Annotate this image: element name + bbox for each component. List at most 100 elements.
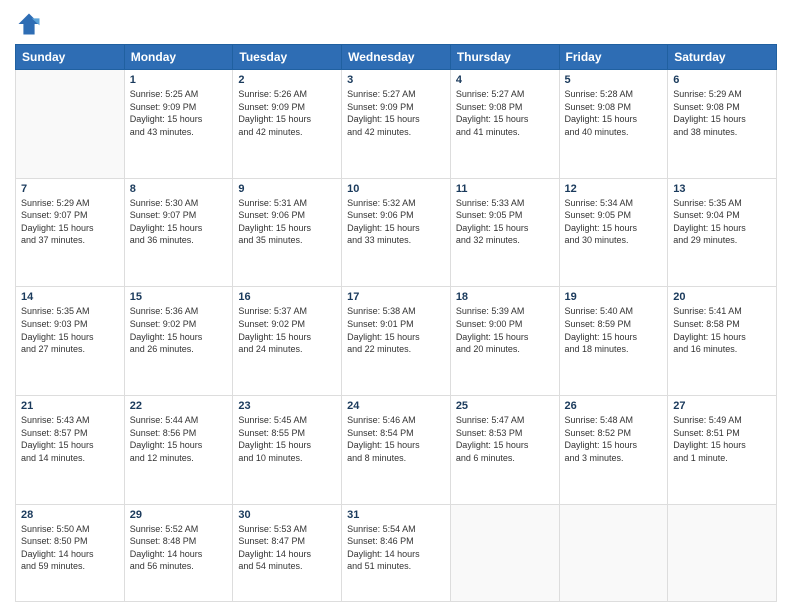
cell-content: Sunrise: 5:29 AM Sunset: 9:08 PM Dayligh… [673,88,771,138]
calendar-cell [16,70,125,179]
cell-content: Sunrise: 5:52 AM Sunset: 8:48 PM Dayligh… [130,523,228,573]
calendar-cell: 30 Sunrise: 5:53 AM Sunset: 8:47 PM Dayli… [233,504,342,601]
calendar-cell: 2 Sunrise: 5:26 AM Sunset: 9:09 PM Daylig… [233,70,342,179]
day-number: 19 [565,291,663,303]
calendar-cell: 4 Sunrise: 5:27 AM Sunset: 9:08 PM Daylig… [450,70,559,179]
calendar-cell: 26 Sunrise: 5:48 AM Sunset: 8:52 PM Dayli… [559,396,668,505]
cell-content: Sunrise: 5:39 AM Sunset: 9:00 PM Dayligh… [456,305,554,355]
calendar-cell: 10 Sunrise: 5:32 AM Sunset: 9:06 PM Dayli… [342,178,451,287]
calendar-week-2: 7 Sunrise: 5:29 AM Sunset: 9:07 PM Daylig… [16,178,777,287]
calendar-header-thursday: Thursday [450,45,559,70]
cell-content: Sunrise: 5:30 AM Sunset: 9:07 PM Dayligh… [130,197,228,247]
cell-content: Sunrise: 5:36 AM Sunset: 9:02 PM Dayligh… [130,305,228,355]
calendar-cell: 14 Sunrise: 5:35 AM Sunset: 9:03 PM Dayli… [16,287,125,396]
cell-content: Sunrise: 5:47 AM Sunset: 8:53 PM Dayligh… [456,414,554,464]
day-number: 26 [565,400,663,412]
cell-content: Sunrise: 5:54 AM Sunset: 8:46 PM Dayligh… [347,523,445,573]
cell-content: Sunrise: 5:46 AM Sunset: 8:54 PM Dayligh… [347,414,445,464]
calendar-header-sunday: Sunday [16,45,125,70]
calendar-cell: 28 Sunrise: 5:50 AM Sunset: 8:50 PM Dayli… [16,504,125,601]
calendar-cell: 6Sunrise: 5:29 AM Sunset: 9:08 PM Daylig… [668,70,777,179]
cell-content: Sunrise: 5:25 AM Sunset: 9:09 PM Dayligh… [130,88,228,138]
logo-icon [15,10,43,38]
calendar-cell: 29 Sunrise: 5:52 AM Sunset: 8:48 PM Dayli… [124,504,233,601]
calendar-cell: 8 Sunrise: 5:30 AM Sunset: 9:07 PM Daylig… [124,178,233,287]
cell-content: Sunrise: 5:26 AM Sunset: 9:09 PM Dayligh… [238,88,336,138]
calendar-week-5: 28 Sunrise: 5:50 AM Sunset: 8:50 PM Dayli… [16,504,777,601]
calendar-cell: 31 Sunrise: 5:54 AM Sunset: 8:46 PM Dayli… [342,504,451,601]
calendar-header-saturday: Saturday [668,45,777,70]
calendar-cell: 24 Sunrise: 5:46 AM Sunset: 8:54 PM Dayli… [342,396,451,505]
cell-content: Sunrise: 5:27 AM Sunset: 9:09 PM Dayligh… [347,88,445,138]
calendar-cell: 7 Sunrise: 5:29 AM Sunset: 9:07 PM Daylig… [16,178,125,287]
calendar-cell: 13Sunrise: 5:35 AM Sunset: 9:04 PM Dayli… [668,178,777,287]
calendar-cell: 23Sunrise: 5:45 AM Sunset: 8:55 PM Dayli… [233,396,342,505]
cell-content: Sunrise: 5:32 AM Sunset: 9:06 PM Dayligh… [347,197,445,247]
cell-content: Sunrise: 5:44 AM Sunset: 8:56 PM Dayligh… [130,414,228,464]
cell-content: Sunrise: 5:48 AM Sunset: 8:52 PM Dayligh… [565,414,663,464]
day-number: 31 [347,509,445,521]
calendar-table: SundayMondayTuesdayWednesdayThursdayFrid… [15,44,777,602]
cell-content: Sunrise: 5:45 AM Sunset: 8:55 PM Dayligh… [238,414,336,464]
calendar-header-row: SundayMondayTuesdayWednesdayThursdayFrid… [16,45,777,70]
day-number: 16 [238,291,336,303]
cell-content: Sunrise: 5:53 AM Sunset: 8:47 PM Dayligh… [238,523,336,573]
day-number: 3 [347,74,445,86]
calendar-cell: 12Sunrise: 5:34 AM Sunset: 9:05 PM Dayli… [559,178,668,287]
calendar-cell: 17 Sunrise: 5:38 AM Sunset: 9:01 PM Dayli… [342,287,451,396]
header [15,10,777,38]
day-number: 15 [130,291,228,303]
day-number: 14 [21,291,119,303]
cell-content: Sunrise: 5:43 AM Sunset: 8:57 PM Dayligh… [21,414,119,464]
day-number: 1 [130,74,228,86]
day-number: 8 [130,183,228,195]
calendar-cell: 1 Sunrise: 5:25 AM Sunset: 9:09 PM Daylig… [124,70,233,179]
cell-content: Sunrise: 5:35 AM Sunset: 9:04 PM Dayligh… [673,197,771,247]
day-number: 5 [565,74,663,86]
day-number: 18 [456,291,554,303]
calendar-cell: 18 Sunrise: 5:39 AM Sunset: 9:00 PM Dayli… [450,287,559,396]
day-number: 28 [21,509,119,521]
cell-content: Sunrise: 5:29 AM Sunset: 9:07 PM Dayligh… [21,197,119,247]
day-number: 17 [347,291,445,303]
calendar-header-monday: Monday [124,45,233,70]
calendar-header-friday: Friday [559,45,668,70]
calendar-week-1: 1 Sunrise: 5:25 AM Sunset: 9:09 PM Daylig… [16,70,777,179]
calendar-cell: 3 Sunrise: 5:27 AM Sunset: 9:09 PM Daylig… [342,70,451,179]
day-number: 4 [456,74,554,86]
calendar-cell: 27 Sunrise: 5:49 AM Sunset: 8:51 PM Dayli… [668,396,777,505]
day-number: 10 [347,183,445,195]
day-number: 21 [21,400,119,412]
calendar-cell: 22 Sunrise: 5:44 AM Sunset: 8:56 PM Dayli… [124,396,233,505]
calendar-cell: 19 Sunrise: 5:40 AM Sunset: 8:59 PM Dayli… [559,287,668,396]
calendar-cell [668,504,777,601]
calendar-header-tuesday: Tuesday [233,45,342,70]
calendar-week-4: 21 Sunrise: 5:43 AM Sunset: 8:57 PM Dayli… [16,396,777,505]
cell-content: Sunrise: 5:27 AM Sunset: 9:08 PM Dayligh… [456,88,554,138]
calendar-header-wednesday: Wednesday [342,45,451,70]
cell-content: Sunrise: 5:38 AM Sunset: 9:01 PM Dayligh… [347,305,445,355]
cell-content: Sunrise: 5:50 AM Sunset: 8:50 PM Dayligh… [21,523,119,573]
page: SundayMondayTuesdayWednesdayThursdayFrid… [0,0,792,612]
cell-content: Sunrise: 5:35 AM Sunset: 9:03 PM Dayligh… [21,305,119,355]
day-number: 29 [130,509,228,521]
cell-content: Sunrise: 5:41 AM Sunset: 8:58 PM Dayligh… [673,305,771,355]
calendar-cell [559,504,668,601]
cell-content: Sunrise: 5:40 AM Sunset: 8:59 PM Dayligh… [565,305,663,355]
cell-content: Sunrise: 5:49 AM Sunset: 8:51 PM Dayligh… [673,414,771,464]
cell-content: Sunrise: 5:37 AM Sunset: 9:02 PM Dayligh… [238,305,336,355]
day-number: 24 [347,400,445,412]
day-number: 7 [21,183,119,195]
day-number: 30 [238,509,336,521]
day-number: 27 [673,400,771,412]
day-number: 22 [130,400,228,412]
day-number: 25 [456,400,554,412]
day-number: 20 [673,291,771,303]
calendar-cell [450,504,559,601]
day-number: 2 [238,74,336,86]
calendar-cell: 20 Sunrise: 5:41 AM Sunset: 8:58 PM Dayli… [668,287,777,396]
calendar-cell: 15 Sunrise: 5:36 AM Sunset: 9:02 PM Dayli… [124,287,233,396]
calendar-cell: 9Sunrise: 5:31 AM Sunset: 9:06 PM Daylig… [233,178,342,287]
cell-content: Sunrise: 5:31 AM Sunset: 9:06 PM Dayligh… [238,197,336,247]
calendar-cell: 16 Sunrise: 5:37 AM Sunset: 9:02 PM Dayli… [233,287,342,396]
